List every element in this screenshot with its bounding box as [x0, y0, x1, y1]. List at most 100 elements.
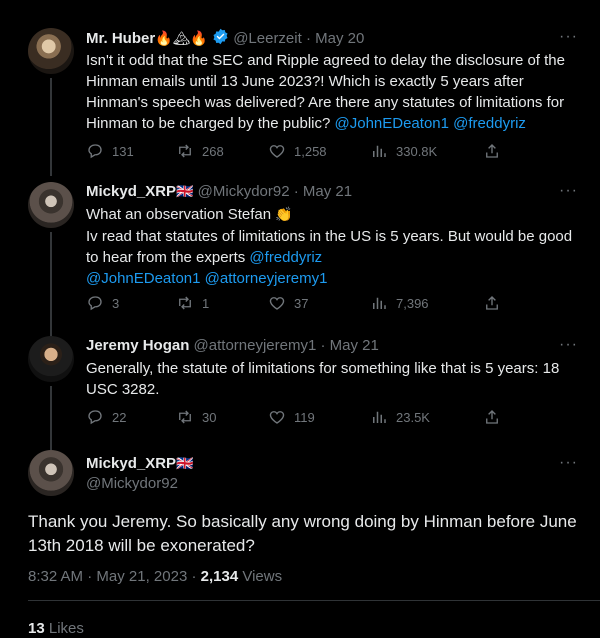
- thread-line: [50, 78, 52, 176]
- avatar[interactable]: [28, 450, 74, 496]
- heart-icon: [269, 411, 285, 424]
- retweet-icon: [179, 144, 191, 158]
- share-button[interactable]: [483, 294, 509, 312]
- heart-icon: [269, 297, 285, 310]
- text-line: to hear from the experts @freddyriz: [86, 249, 323, 266]
- author-name[interactable]: Mr. Huber: [86, 30, 155, 47]
- text-line: @JohnEDeaton1 @attorneyjeremy1: [86, 268, 580, 289]
- share-button[interactable]: [483, 408, 509, 426]
- share-icon: [486, 410, 498, 424]
- tweet-date[interactable]: May 20: [315, 30, 364, 47]
- tweet-time[interactable]: 8:32 AM: [28, 568, 83, 585]
- thread-line: [50, 386, 52, 450]
- like-button[interactable]: 37: [268, 294, 308, 312]
- more-options-icon[interactable]: ···: [559, 182, 578, 200]
- tweet-header: Jeremy Hogan @attorneyjeremy1 · May 21: [86, 336, 379, 356]
- tweet-2[interactable]: Mickyd_XRP🇬🇧 @Mickydor92 · May 21 ··· Wh…: [0, 182, 600, 344]
- more-options-icon[interactable]: ···: [559, 336, 578, 354]
- text-line: Thank you Jeremy. So basically any wrong…: [28, 512, 577, 531]
- text-line: Generally, the statute of limitations fo…: [86, 360, 560, 377]
- reply-icon: [88, 410, 102, 425]
- author-name[interactable]: Jeremy Hogan: [86, 337, 189, 354]
- like-button[interactable]: 1,258: [268, 142, 327, 160]
- text-line: USC 3282.: [86, 381, 160, 398]
- mention-link[interactable]: @freddyriz: [453, 115, 526, 132]
- tweet-1[interactable]: Mr. Huber🔥🏔🔥 @Leerzeit · May 20 ··· Isn'…: [0, 28, 600, 176]
- text-line: Iv read that statutes of limitations in …: [86, 228, 573, 245]
- retweet-icon: [179, 296, 191, 310]
- retweet-icon: [179, 410, 191, 424]
- tweet-header: Mickyd_XRP🇬🇧: [86, 454, 193, 474]
- avatar[interactable]: [28, 182, 74, 228]
- mention-link[interactable]: @JohnEDeaton1: [335, 115, 449, 132]
- share-icon: [486, 144, 498, 158]
- author-name[interactable]: Mickyd_XRP: [86, 183, 176, 200]
- author-handle[interactable]: @Mickydor92: [198, 183, 290, 200]
- retweet-button[interactable]: 1: [176, 294, 209, 312]
- fire-emoji: 🔥: [190, 31, 208, 47]
- views-button[interactable]: 330.8K: [370, 142, 437, 160]
- retweet-button[interactable]: 268: [176, 142, 224, 160]
- separator: ·: [305, 30, 311, 47]
- likes-count: 13: [28, 620, 45, 637]
- uk-flag-emoji: 🇬🇧: [176, 456, 194, 472]
- heart-icon: [269, 145, 285, 158]
- tweet-3[interactable]: Jeremy Hogan @attorneyjeremy1 · May 21 ·…: [0, 336, 600, 450]
- tweet-text: What an observation Stefan 👏 Iv read tha…: [86, 204, 580, 289]
- views-button[interactable]: 7,396: [370, 294, 429, 312]
- author-handle[interactable]: @Leerzeit: [233, 30, 302, 47]
- verified-badge-icon: [213, 28, 228, 45]
- text-line: What an observation Stefan 👏: [86, 206, 293, 223]
- text-line: Hinman to be charged by the public? @Joh…: [86, 115, 526, 132]
- like-button[interactable]: 119: [268, 408, 315, 426]
- tweet-meta: 8:32 AM · May 21, 2023 · 2,134 Views: [28, 568, 282, 585]
- analytics-icon: [373, 145, 386, 157]
- reply-button[interactable]: 22: [86, 408, 126, 426]
- analytics-icon: [373, 411, 386, 423]
- tweet-header: Mickyd_XRP🇬🇧 @Mickydor92 · May 21: [86, 182, 352, 202]
- tweet-text: Thank you Jeremy. So basically any wrong…: [28, 510, 578, 558]
- views-button[interactable]: 23.5K: [370, 408, 430, 426]
- share-icon: [486, 296, 498, 310]
- mountain-emoji: 🏔: [172, 31, 191, 47]
- author-name[interactable]: Mickyd_XRP: [86, 455, 176, 472]
- tweet-full-date[interactable]: May 21, 2023: [96, 568, 187, 585]
- likes-summary[interactable]: 13 Likes: [28, 620, 84, 637]
- separator: ·: [191, 568, 197, 585]
- more-options-icon[interactable]: ···: [559, 28, 578, 46]
- likes-label: Likes: [48, 620, 84, 637]
- action-bar: 22 30 119 23.5K: [86, 408, 506, 428]
- fire-emoji: 🔥: [155, 31, 173, 47]
- reply-button[interactable]: 3: [86, 294, 119, 312]
- retweet-button[interactable]: 30: [176, 408, 216, 426]
- separator: ·: [87, 568, 93, 585]
- action-bar: 3 1 37 7,396: [86, 294, 506, 314]
- text-line: 13th 2018 will be exonerated?: [28, 536, 255, 555]
- tweet-date[interactable]: May 21: [303, 183, 352, 200]
- avatar[interactable]: [28, 28, 74, 74]
- share-button[interactable]: [483, 142, 509, 160]
- mention-link[interactable]: @JohnEDeaton1: [86, 270, 200, 287]
- avatar[interactable]: [28, 336, 74, 382]
- more-options-icon[interactable]: ···: [559, 454, 578, 472]
- views-label: Views: [242, 568, 283, 585]
- separator: ·: [293, 183, 299, 200]
- mention-link[interactable]: @attorneyjeremy1: [205, 270, 328, 287]
- tweet-header: Mr. Huber🔥🏔🔥 @Leerzeit · May 20: [86, 28, 364, 49]
- reply-button[interactable]: 131: [86, 142, 134, 160]
- reply-icon: [88, 144, 102, 159]
- analytics-icon: [373, 297, 386, 309]
- author-handle[interactable]: @Mickydor92: [86, 474, 178, 494]
- uk-flag-emoji: 🇬🇧: [176, 184, 194, 200]
- text-line: Isn't it odd that the SEC and Ripple agr…: [86, 52, 565, 69]
- mention-link[interactable]: @freddyriz: [249, 249, 322, 266]
- tweet-text: Generally, the statute of limitations fo…: [86, 358, 580, 400]
- tweet-date[interactable]: May 21: [330, 337, 379, 354]
- separator: ·: [320, 337, 326, 354]
- text-line: Hinman's speech was delivered? Are there…: [86, 94, 565, 111]
- text-line: Hinman emails until 13 June 2023?! Which…: [86, 73, 524, 90]
- reply-icon: [88, 296, 102, 311]
- views-count: 2,134: [200, 568, 239, 585]
- author-handle[interactable]: @attorneyjeremy1: [194, 337, 317, 354]
- clapping-hands-emoji: 👏: [275, 207, 293, 223]
